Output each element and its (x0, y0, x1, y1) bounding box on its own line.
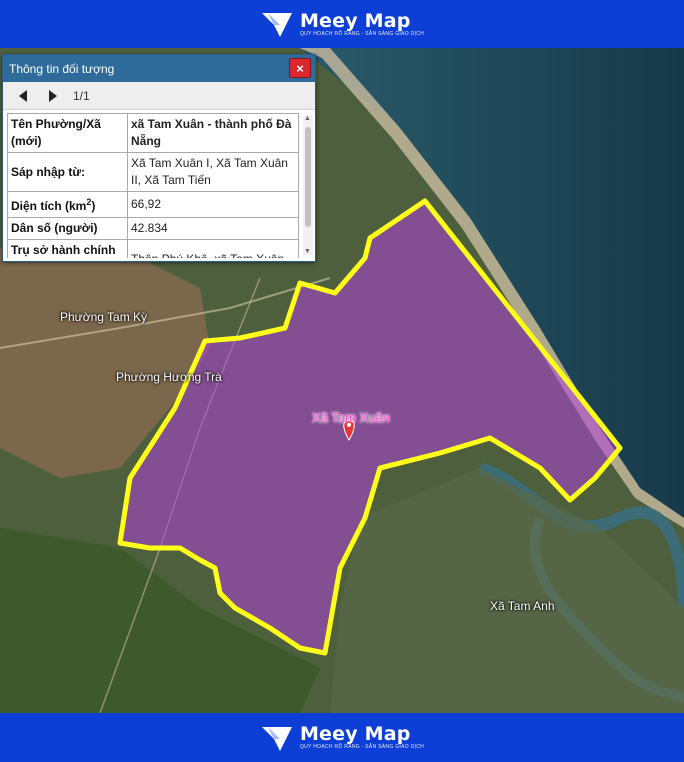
object-info-panel: Thông tin đối tượng × 1/1 Tên Phường/Xã … (2, 54, 316, 262)
label-xa-tam-xuan: Xã Tam Xuân (312, 410, 390, 425)
top-brand-bar: Meey Map QUY HOẠCH RÕ RÀNG - SẴN SÀNG GI… (0, 0, 684, 48)
row-value: xã Tam Xuân - thành phố Đà Nẵng (127, 113, 299, 153)
scroll-down-icon[interactable]: ▼ (304, 248, 311, 255)
label-phuong-tam-ky: Phường Tam Kỳ (60, 310, 148, 324)
table-row: Trụ sở hành chính (mới) Thôn Phú Khê, xã… (7, 239, 299, 258)
table-row: Dân số (người) 42.834 (7, 217, 299, 240)
label-xa-tam-anh: Xã Tam Anh (490, 599, 555, 613)
row-key-area: Diện tích (km2) (7, 191, 128, 218)
meey-logo-icon (261, 726, 292, 751)
row-key: Dân số (người) (7, 217, 128, 240)
attribute-table: Tên Phường/Xã (mới) xã Tam Xuân - thành … (7, 113, 299, 258)
row-value: 66,92 (127, 191, 299, 218)
row-value: 42.834 (127, 217, 299, 240)
label-phuong-huong-tra: Phường Hương Trà (116, 370, 222, 384)
brand-name: Meey Map (299, 9, 411, 32)
area-key-base: Diện tích (km (11, 199, 87, 213)
brand-tagline: QUY HOẠCH RÕ RÀNG - SẴN SÀNG GIAO DỊCH (299, 744, 425, 750)
area-key-end: ) (91, 199, 96, 213)
brand-logo: Meey Map QUY HOẠCH RÕ RÀNG - SẴN SÀNG GI… (260, 9, 424, 39)
arrow-left-icon (19, 89, 27, 102)
pager-count: 1/1 (73, 88, 90, 103)
brand-tagline: QUY HOẠCH RÕ RÀNG - SẴN SÀNG GIAO DỊCH (299, 30, 425, 37)
panel-title: Thông tin đối tượng (9, 61, 115, 76)
table-row: Diện tích (km2) 66,92 (7, 191, 299, 218)
close-button[interactable]: × (289, 58, 311, 78)
bottom-brand-bar: Meey Map QUY HOẠCH RÕ RÀNG - SẴN SÀNG GI… (0, 713, 684, 762)
row-value: Thôn Phú Khê, xã Tam Xuân (127, 239, 299, 258)
scroll-thumb[interactable] (305, 127, 311, 227)
table-row: Tên Phường/Xã (mới) xã Tam Xuân - thành … (7, 113, 299, 153)
prev-button[interactable] (13, 86, 33, 106)
row-key: Trụ sở hành chính (mới) (7, 239, 128, 258)
scroll-up-icon[interactable]: ▲ (304, 115, 311, 122)
pager: 1/1 (3, 82, 315, 110)
table-scrollbar[interactable]: ▲ ▼ (303, 115, 313, 255)
next-button[interactable] (43, 86, 63, 106)
page: Meey Map QUY HOẠCH RÕ RÀNG - SẴN SÀNG GI… (0, 0, 684, 762)
meey-logo-icon (261, 13, 292, 37)
row-value: Xã Tam Xuân I, Xã Tam Xuân II, Xã Tam Ti… (127, 152, 299, 192)
brand-name: Meey Map (299, 723, 411, 745)
panel-header: Thông tin đối tượng × (3, 55, 315, 82)
row-key: Sáp nhập từ: (7, 152, 128, 192)
table-row: Sáp nhập từ: Xã Tam Xuân I, Xã Tam Xuân … (7, 152, 299, 192)
arrow-right-icon (49, 89, 57, 102)
attribute-table-wrap[interactable]: Tên Phường/Xã (mới) xã Tam Xuân - thành … (7, 113, 317, 258)
row-key: Tên Phường/Xã (mới) (7, 113, 128, 153)
brand-logo-bottom: Meey Map QUY HOẠCH RÕ RÀNG - SẴN SÀNG GI… (260, 723, 424, 753)
